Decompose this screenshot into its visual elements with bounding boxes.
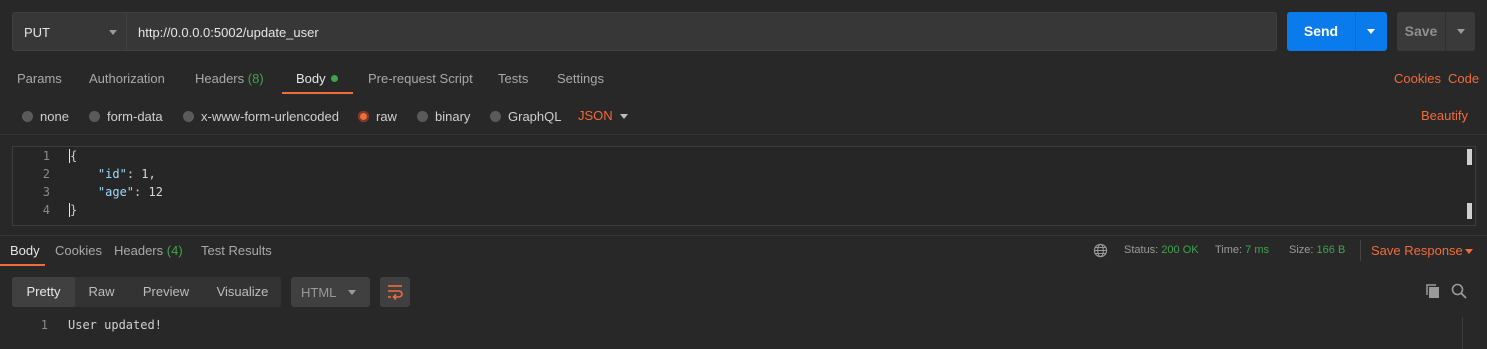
tab-body-label: Body [296, 71, 326, 86]
save-options-button[interactable] [1445, 12, 1475, 51]
divider [0, 134, 1487, 135]
tab-headers[interactable]: Headers (8) [195, 71, 264, 86]
line-number: 1 [40, 318, 48, 332]
body-format-select[interactable]: JSON [578, 108, 613, 123]
radio-label: GraphQL [508, 108, 562, 124]
chevron-down-icon [620, 114, 628, 119]
code-line-1: { [69, 149, 78, 163]
chevron-down-icon[interactable] [1465, 249, 1473, 254]
size-meta: Size: 166 B [1289, 244, 1345, 256]
view-visualize-button[interactable]: Visualize [204, 277, 281, 307]
tab-headers-label: Headers [195, 71, 245, 86]
radio-label: form-data [107, 108, 163, 124]
radio-icon [183, 110, 194, 122]
response-tab-cookies[interactable]: Cookies [55, 243, 102, 258]
line-number: 4 [42, 203, 50, 217]
radio-graphql[interactable]: GraphQL [490, 108, 561, 124]
response-tab-headers-label: Headers [114, 243, 164, 258]
json-key: "age" [97, 185, 135, 199]
time-value: 7 ms [1245, 244, 1269, 256]
method-select[interactable]: PUT [12, 12, 126, 51]
copy-icon[interactable] [1424, 282, 1442, 300]
beautify-link[interactable]: Beautify [1421, 108, 1468, 123]
wrap-lines-button[interactable] [380, 277, 410, 307]
divider [0, 235, 1487, 236]
chevron-down-icon [109, 30, 117, 35]
code-line-2: "id": 1, [97, 167, 156, 181]
url-input[interactable]: http://0.0.0.0:5002/update_user [126, 12, 1277, 51]
radio-icon [89, 110, 100, 122]
wrap-lines-icon [388, 285, 403, 300]
status-value: 200 OK [1161, 244, 1199, 256]
response-tab-body[interactable]: Body [10, 243, 40, 258]
globe-icon[interactable] [1093, 243, 1108, 258]
json-value: 1 [141, 167, 149, 181]
send-options-button[interactable] [1355, 12, 1387, 51]
json-value: 12 [148, 185, 163, 199]
chevron-down-icon [1457, 29, 1465, 34]
tab-params[interactable]: Params [17, 71, 62, 86]
save-response-button[interactable]: Save Response [1371, 243, 1463, 258]
response-scrollbar[interactable] [1462, 317, 1463, 349]
code-line-3: "age": 12 [97, 185, 163, 199]
response-format-label: HTML [301, 285, 337, 300]
radio-form-data[interactable]: form-data [89, 108, 163, 124]
radio-x-www-form-urlencoded[interactable]: x-www-form-urlencoded [183, 108, 339, 124]
radio-label: binary [435, 108, 471, 124]
view-mode-group: Pretty Raw Preview Visualize [12, 277, 281, 307]
save-button[interactable]: Save [1397, 12, 1445, 51]
radio-label: x-www-form-urlencoded [201, 108, 339, 124]
response-format-select[interactable]: HTML [291, 277, 370, 307]
radio-none[interactable]: none [22, 108, 69, 124]
active-tab-indicator [282, 92, 353, 94]
time-label: Time: [1215, 244, 1243, 256]
radio-icon [490, 110, 501, 122]
editor-scrollbar-bottom[interactable] [1467, 203, 1472, 219]
chevron-down-icon [348, 290, 356, 295]
tab-tests[interactable]: Tests [498, 71, 528, 86]
divider [1360, 240, 1361, 261]
response-tab-headers-count: (4) [166, 243, 183, 258]
method-label: PUT [24, 25, 50, 40]
response-tab-headers[interactable]: Headers (4) [114, 243, 183, 258]
code-line-4: } [69, 203, 78, 217]
json-key: "id" [97, 167, 127, 181]
line-number: 2 [42, 167, 50, 181]
radio-label: none [40, 108, 69, 124]
url-text: http://0.0.0.0:5002/update_user [138, 25, 319, 40]
send-button[interactable]: Send [1287, 12, 1355, 51]
tab-pre-request-script[interactable]: Pre-request Script [368, 71, 473, 86]
tab-authorization[interactable]: Authorization [89, 71, 165, 86]
editor-scrollbar-top[interactable] [1467, 149, 1472, 165]
code-link[interactable]: Code [1448, 71, 1479, 86]
line-number: 3 [42, 185, 50, 199]
radio-icon [22, 110, 33, 122]
active-tab-indicator [0, 264, 45, 266]
search-icon[interactable] [1450, 282, 1468, 300]
size-value: 166 B [1316, 244, 1346, 256]
status-label: Status: [1124, 244, 1159, 256]
tab-headers-count: (8) [247, 71, 264, 86]
line-number: 1 [42, 149, 50, 163]
radio-selected-icon [358, 110, 369, 122]
time-meta: Time: 7 ms [1215, 244, 1269, 256]
view-preview-button[interactable]: Preview [128, 277, 204, 307]
tab-settings[interactable]: Settings [557, 71, 604, 86]
response-text: User updated! [68, 318, 162, 332]
modified-dot-icon [330, 75, 338, 82]
radio-raw[interactable]: raw [358, 108, 397, 124]
request-body-editor[interactable]: 1 2 3 4 { "id": 1, "age": 12 } [12, 146, 1476, 226]
response-tab-test-results[interactable]: Test Results [201, 243, 272, 258]
radio-binary[interactable]: binary [417, 108, 470, 124]
view-pretty-button[interactable]: Pretty [12, 277, 75, 307]
radio-icon [417, 110, 428, 122]
size-label: Size: [1289, 244, 1314, 256]
status-meta: Status: 200 OK [1124, 244, 1199, 256]
view-raw-button[interactable]: Raw [75, 277, 128, 307]
radio-label: raw [376, 108, 397, 124]
tab-body[interactable]: Body [296, 71, 338, 86]
chevron-down-icon [1367, 29, 1375, 34]
cookies-link[interactable]: Cookies [1394, 71, 1441, 86]
